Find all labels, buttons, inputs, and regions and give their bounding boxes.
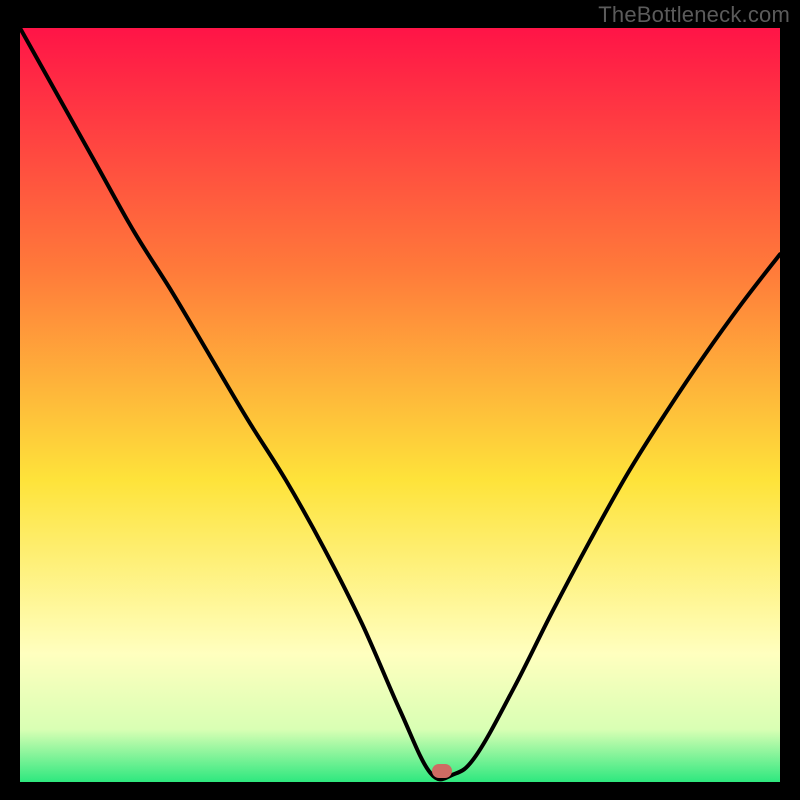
- chart-stage: TheBottleneck.com: [0, 0, 800, 800]
- plot-area: [20, 28, 780, 782]
- bottleneck-curve-chart: [20, 28, 780, 782]
- minimum-marker: [432, 764, 452, 778]
- watermark-label: TheBottleneck.com: [598, 2, 790, 28]
